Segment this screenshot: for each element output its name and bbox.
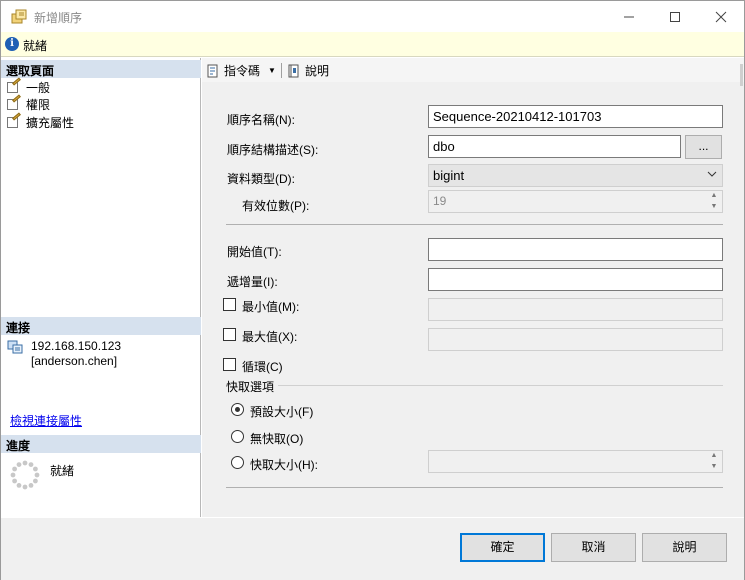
increment-label: 遞增量(I): (227, 275, 278, 289)
maximum-label: 最大值(X): (242, 330, 298, 344)
cache-size-radio[interactable] (231, 456, 244, 469)
maximum-input (428, 328, 723, 351)
close-button[interactable] (698, 1, 744, 32)
cache-default-label: 預設大小(F) (250, 405, 314, 419)
server-address: 192.168.150.123 (31, 339, 122, 353)
page-edit-icon (5, 112, 22, 129)
progress-spinner-icon (10, 460, 40, 490)
cycle-label: 循環(C) (242, 360, 283, 374)
select-page-header: 選取頁面 (1, 60, 201, 78)
page-item-label: 一般 (26, 80, 51, 95)
cancel-button[interactable]: 取消 (551, 533, 636, 562)
maximize-button[interactable] (652, 1, 698, 32)
cache-none-label: 無快取(O) (250, 432, 304, 446)
sequence-app-icon (11, 9, 27, 24)
page-edit-icon (5, 94, 22, 111)
status-strip: i 就緒 (1, 32, 744, 57)
progress-status: 就緒 (50, 464, 75, 478)
chevron-down-icon (706, 167, 718, 184)
cycle-checkbox[interactable] (223, 358, 236, 371)
maximum-checkbox[interactable] (223, 328, 236, 341)
connection-header: 連接 (1, 317, 201, 335)
cache-size-stepper: ▲ ▼ (428, 450, 723, 473)
help-book-icon (288, 64, 299, 77)
page-item-label: 擴充屬性 (26, 115, 75, 130)
minimum-label: 最小值(M): (242, 300, 300, 314)
script-label: 指令碼 (224, 64, 261, 78)
button-bar: 確定 取消 說明 (1, 518, 744, 580)
datatype-value: bigint (433, 168, 465, 183)
help-button[interactable]: 說明 (642, 533, 727, 562)
schema-label: 順序結構描述(S): (227, 143, 319, 157)
cache-size-label: 快取大小(H): (250, 458, 318, 472)
close-icon (715, 11, 727, 22)
view-connection-properties-link[interactable]: 檢視連接屬性 (10, 412, 82, 429)
cache-options-title: 快取選項 (226, 380, 275, 394)
increment-input[interactable] (428, 268, 723, 291)
help-toolbar-button[interactable]: 說明 (286, 62, 329, 79)
datatype-label: 資料類型(D): (227, 172, 295, 186)
dialog-window: 新增順序 i 就緒 選取頁面 一般 權限 擴充屬性 連接 192.168.150… (0, 0, 745, 580)
connection-user: [anderson.chen] (31, 354, 118, 368)
minimize-button[interactable] (606, 1, 652, 32)
scrollbar-thumb[interactable] (740, 64, 743, 86)
progress-header: 進度 (1, 435, 201, 453)
spin-arrows-icon: ▲ ▼ (710, 192, 718, 210)
sequence-name-input[interactable]: Sequence-20210412-101703 (428, 105, 723, 128)
precision-value: 19 (433, 194, 447, 208)
window-title: 新增順序 (34, 11, 83, 25)
help-label: 說明 (305, 64, 330, 78)
toolbar: 指令碼 ▼ 說明 (202, 58, 744, 86)
schema-browse-button[interactable]: ... (685, 135, 722, 159)
cache-none-radio[interactable] (231, 430, 244, 443)
minimize-icon (624, 16, 634, 17)
precision-stepper: 19 ▲ ▼ (428, 190, 723, 213)
page-item-extended-properties[interactable]: 擴充屬性 (5, 112, 75, 130)
page-edit-icon (5, 77, 22, 94)
status-text: 就緒 (23, 39, 48, 53)
left-pane: 選取頁面 一般 權限 擴充屬性 連接 192.168.150.123 [ande… (1, 58, 201, 517)
chevron-down-icon: ▼ (268, 66, 276, 75)
spin-arrows-icon: ▲ ▼ (710, 452, 718, 470)
page-item-permissions[interactable]: 權限 (5, 94, 51, 112)
group-line (278, 385, 723, 386)
start-value-label: 開始值(T): (227, 245, 282, 259)
cache-default-radio[interactable] (231, 403, 244, 416)
schema-input[interactable]: dbo (428, 135, 681, 158)
minimum-checkbox[interactable] (223, 298, 236, 311)
datatype-select[interactable]: bigint (428, 164, 723, 187)
sequence-name-label: 順序名稱(N): (227, 113, 295, 127)
precision-label: 有效位數(P): (242, 199, 310, 213)
script-icon (207, 64, 218, 77)
right-pane: 指令碼 ▼ 說明 順序名稱(N): Sequence-20210412-1017… (202, 58, 744, 517)
script-button[interactable]: 指令碼 ▼ (205, 62, 276, 79)
page-item-general[interactable]: 一般 (5, 77, 51, 95)
title-bar: 新增順序 (1, 1, 744, 32)
page-item-label: 權限 (26, 97, 51, 112)
start-value-input[interactable] (428, 238, 723, 261)
ok-button[interactable]: 確定 (460, 533, 545, 562)
server-connection-icon (7, 340, 23, 354)
toolbar-separator (281, 63, 282, 78)
maximize-icon (670, 11, 680, 22)
section-divider (226, 224, 723, 225)
info-icon: i (5, 37, 19, 51)
minimum-input (428, 298, 723, 321)
section-divider (226, 487, 723, 488)
